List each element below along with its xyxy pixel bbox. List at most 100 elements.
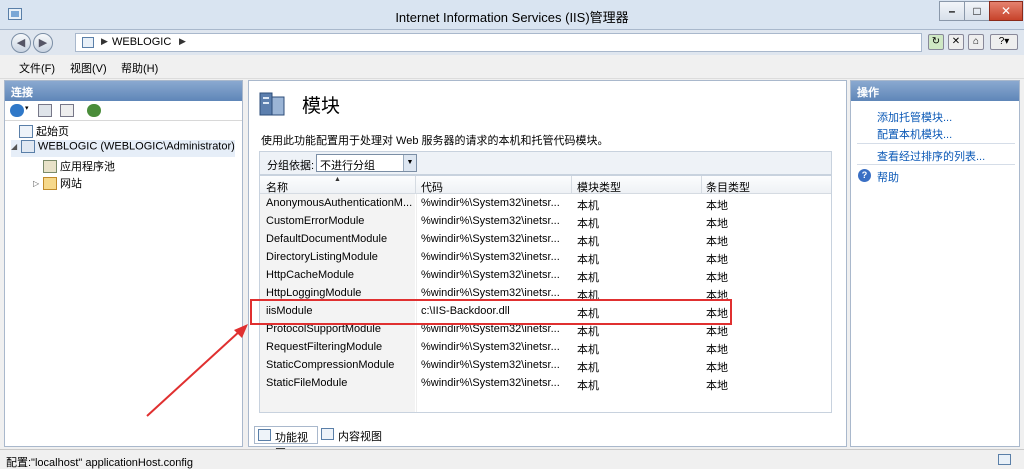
actions-panel: 操作 添加托管模块... 配置本机模块... 查看经过排序的列表... ? 帮助	[850, 80, 1020, 447]
module-name: StaticFileModule	[266, 377, 348, 389]
connections-header: 连接	[5, 81, 242, 101]
module-type: 本机	[577, 380, 599, 392]
module-type: 本机	[577, 362, 599, 374]
breadcrumb-separator-icon[interactable]: ▶	[179, 36, 186, 47]
modules-icon	[259, 92, 285, 116]
module-type: 本机	[577, 308, 599, 320]
close-button[interactable]: ✕	[989, 1, 1023, 21]
remove-connection-icon[interactable]	[87, 104, 101, 117]
module-entry-type: 本地	[706, 236, 728, 248]
stop-icon[interactable]: ✕	[948, 34, 964, 50]
module-entry-type: 本地	[706, 344, 728, 356]
table-row[interactable]: iisModule c:\IIS-Backdoor.dll 本机 本地	[260, 302, 831, 320]
module-entry-type: 本地	[706, 362, 728, 374]
start-page-icon	[19, 124, 33, 138]
minimize-button[interactable]: –	[939, 1, 965, 21]
page-description: 使用此功能配置用于处理对 Web 服务器的请求的本机和托管代码模块。	[261, 135, 609, 147]
table-row[interactable]: DirectoryListingModule %windir%\System32…	[260, 248, 831, 266]
tab-content-view[interactable]: 内容视图	[318, 426, 388, 444]
back-button[interactable]: ◀	[11, 33, 31, 53]
module-code: %windir%\System32\inetsr...	[421, 269, 560, 281]
sites-icon	[43, 176, 57, 190]
tree-item-app-pools[interactable]: 应用程序池	[43, 158, 115, 175]
sort-ascending-icon: ▲	[334, 176, 341, 183]
table-row[interactable]: HttpLoggingModule %windir%\System32\inet…	[260, 284, 831, 302]
module-code: %windir%\System32\inetsr...	[421, 197, 560, 209]
toolbar-icons: ↻ ✕ ⌂ ?▾	[928, 34, 1022, 52]
group-by-select[interactable]: 不进行分组 ▼	[316, 154, 417, 172]
tree-item-sites[interactable]: ▷ 网站	[33, 175, 82, 192]
module-type: 本机	[577, 326, 599, 338]
connections-toolbar: ▾	[5, 101, 242, 121]
help-menu-icon[interactable]: ?▾	[990, 34, 1018, 50]
module-code: %windir%\System32\inetsr...	[421, 377, 560, 389]
forward-button[interactable]: ▶	[33, 33, 53, 53]
help-link[interactable]: 帮助	[877, 169, 899, 185]
server-icon	[21, 140, 35, 153]
help-icon[interactable]: ?	[858, 169, 871, 182]
home-icon[interactable]: ⌂	[968, 34, 984, 50]
add-managed-module-link[interactable]: 添加托管模块...	[877, 109, 952, 125]
module-code: %windir%\System32\inetsr...	[421, 341, 560, 353]
table-row[interactable]: RequestFilteringModule %windir%\System32…	[260, 338, 831, 356]
table-row[interactable]: StaticFileModule %windir%\System32\inets…	[260, 374, 831, 392]
collapse-icon[interactable]: ◢	[11, 142, 21, 151]
refresh-icon[interactable]: ↻	[928, 34, 944, 50]
module-code: %windir%\System32\inetsr...	[421, 215, 560, 227]
module-name: DefaultDocumentModule	[266, 233, 388, 245]
chevron-down-icon[interactable]: ▼	[403, 155, 416, 171]
module-name: DirectoryListingModule	[266, 251, 378, 263]
module-entry-type: 本地	[706, 326, 728, 338]
column-header-code[interactable]: 代码	[421, 179, 443, 195]
module-type: 本机	[577, 344, 599, 356]
expand-icon[interactable]: ▷	[33, 179, 43, 188]
configure-native-modules-link[interactable]: 配置本机模块...	[877, 126, 952, 142]
app-pool-icon	[43, 159, 57, 173]
save-icon[interactable]	[38, 104, 52, 117]
table-row[interactable]: AnonymousAuthenticationM... %windir%\Sys…	[260, 194, 831, 212]
features-view-icon	[258, 429, 271, 441]
tree-item-start-page[interactable]: 起始页	[19, 123, 69, 140]
up-icon[interactable]	[60, 104, 74, 117]
column-header-module-type[interactable]: 模块类型	[577, 179, 621, 195]
server-icon	[82, 37, 94, 48]
breadcrumb-server[interactable]: WEBLOGIC	[112, 36, 171, 48]
table-row[interactable]: ProtocolSupportModule %windir%\System32\…	[260, 320, 831, 338]
module-code: %windir%\System32\inetsr...	[421, 233, 560, 245]
module-code: %windir%\System32\inetsr...	[421, 251, 560, 263]
connect-dropdown-icon[interactable]: ▾	[25, 104, 32, 117]
module-name: CustomErrorModule	[266, 215, 365, 227]
column-header-entry-type[interactable]: 条目类型	[706, 179, 750, 195]
menu-help[interactable]: 帮助(H)	[121, 60, 158, 76]
module-entry-type: 本地	[706, 380, 728, 392]
menu-bar: 文件(F) 视图(V) 帮助(H)	[0, 55, 1024, 79]
column-header-name[interactable]: 名称	[266, 179, 288, 195]
status-bar: 配置:"localhost" applicationHost.config	[0, 449, 1024, 469]
module-type: 本机	[577, 290, 599, 302]
table-row[interactable]: CustomErrorModule %windir%\System32\inet…	[260, 212, 831, 230]
module-code: %windir%\System32\inetsr...	[421, 323, 560, 335]
module-name: HttpCacheModule	[266, 269, 355, 281]
connect-icon[interactable]	[10, 104, 24, 117]
table-row[interactable]: HttpCacheModule %windir%\System32\inetsr…	[260, 266, 831, 284]
table-row[interactable]: DefaultDocumentModule %windir%\System32\…	[260, 230, 831, 248]
module-type: 本机	[577, 236, 599, 248]
actions-header: 操作	[851, 81, 1019, 101]
table-row[interactable]: StaticCompressionModule %windir%\System3…	[260, 356, 831, 374]
group-by-bar: 分组依据: 不进行分组 ▼	[259, 151, 832, 175]
module-entry-type: 本地	[706, 290, 728, 302]
module-name: iisModule	[266, 305, 313, 317]
breadcrumb-separator-icon[interactable]: ▶	[101, 36, 108, 47]
menu-view[interactable]: 视图(V)	[70, 60, 107, 76]
module-name: ProtocolSupportModule	[266, 323, 381, 335]
module-entry-type: 本地	[706, 218, 728, 230]
address-field[interactable]: ▶ WEBLOGIC ▶	[75, 33, 922, 52]
group-by-label: 分组依据:	[267, 160, 315, 172]
menu-file[interactable]: 文件(F)	[19, 60, 55, 76]
module-entry-type: 本地	[706, 272, 728, 284]
maximize-button[interactable]: □	[964, 1, 990, 21]
content-view-icon	[321, 428, 334, 440]
view-ordered-list-link[interactable]: 查看经过排序的列表...	[877, 148, 985, 164]
tab-features-view[interactable]: 功能视图	[254, 426, 318, 460]
tree-item-server[interactable]: ◢ WEBLOGIC (WEBLOGIC\Administrator)	[11, 140, 235, 157]
